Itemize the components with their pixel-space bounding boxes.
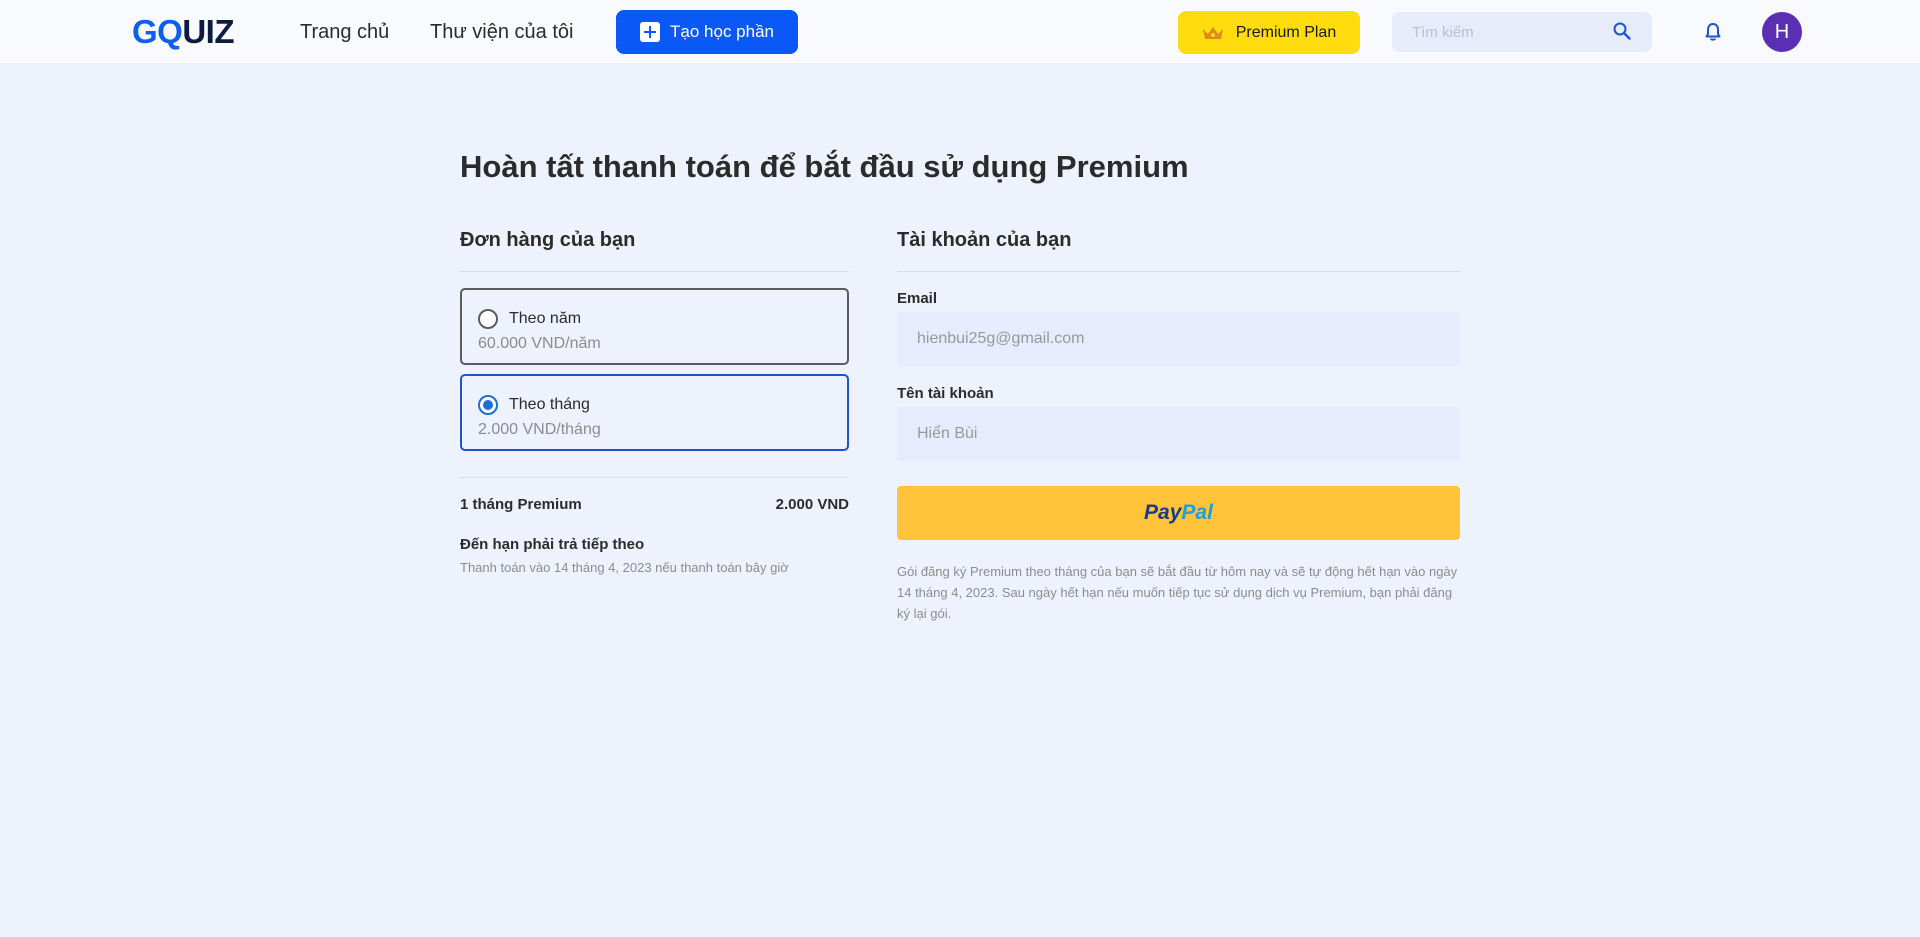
username-field[interactable] [897, 407, 1460, 461]
email-label: Email [897, 290, 938, 307]
order-summary-label: 1 tháng Premium [460, 496, 582, 513]
nav-library-link[interactable]: Thư viện của tôi [430, 20, 573, 44]
search-input[interactable] [1412, 12, 1612, 52]
paypal-button[interactable]: PayPal [897, 486, 1460, 540]
divider [460, 271, 849, 272]
next-due-text: Thanh toán vào 14 tháng 4, 2023 nếu than… [460, 560, 789, 575]
account-section-title: Tài khoản của bạn [897, 229, 1072, 251]
plan-name: Theo năm [509, 310, 582, 327]
plan-option-monthly[interactable]: Theo tháng 2.000 VND/tháng [460, 374, 849, 451]
create-study-set-button[interactable]: Tạo học phần [616, 10, 798, 54]
username-field-container [897, 407, 1460, 461]
logo-part-2: UIZ [182, 13, 235, 50]
next-due-title: Đến hạn phải trả tiếp theo [460, 536, 645, 553]
crown-icon [1202, 26, 1223, 39]
plan-price: 60.000 VND/năm [478, 335, 601, 352]
top-navbar: GQUIZ Trang chủ Thư viện của tôi Tạo học… [0, 0, 1920, 63]
plan-radio-yearly[interactable] [478, 309, 498, 329]
create-study-set-label: Tạo học phần [670, 22, 774, 41]
order-summary-value: 2.000 VND [775, 496, 849, 513]
order-section-title: Đơn hàng của bạn [460, 229, 636, 251]
logo[interactable]: GQUIZ [132, 13, 235, 50]
paypal-logo-part-2: Pal [1181, 501, 1213, 524]
plan-price: 2.000 VND/tháng [478, 421, 601, 438]
paypal-logo: PayPal [1144, 501, 1213, 525]
email-field-container [897, 312, 1460, 366]
plan-name: Theo tháng [509, 396, 590, 413]
email-field[interactable] [897, 312, 1460, 366]
search-icon[interactable] [1612, 21, 1632, 41]
nav-home-link[interactable]: Trang chủ [300, 20, 389, 44]
plus-icon [640, 22, 661, 42]
avatar[interactable]: H [1762, 12, 1802, 52]
divider [460, 477, 849, 478]
plan-radio-monthly[interactable] [478, 395, 498, 415]
bell-icon[interactable] [1702, 21, 1724, 43]
premium-plan-label: Premium Plan [1235, 23, 1337, 41]
paypal-logo-part-1: Pay [1144, 501, 1182, 524]
premium-plan-button[interactable]: Premium Plan [1178, 11, 1360, 54]
username-label: Tên tài khoản [897, 385, 994, 402]
page-title: Hoàn tất thanh toán để bắt đầu sử dụng P… [460, 149, 1189, 184]
divider [897, 271, 1460, 272]
subscription-note: Gói đăng ký Premium theo tháng của bạn s… [897, 564, 1458, 621]
plan-option-yearly[interactable]: Theo năm 60.000 VND/năm [460, 288, 849, 365]
logo-part-1: GQ [132, 13, 183, 50]
